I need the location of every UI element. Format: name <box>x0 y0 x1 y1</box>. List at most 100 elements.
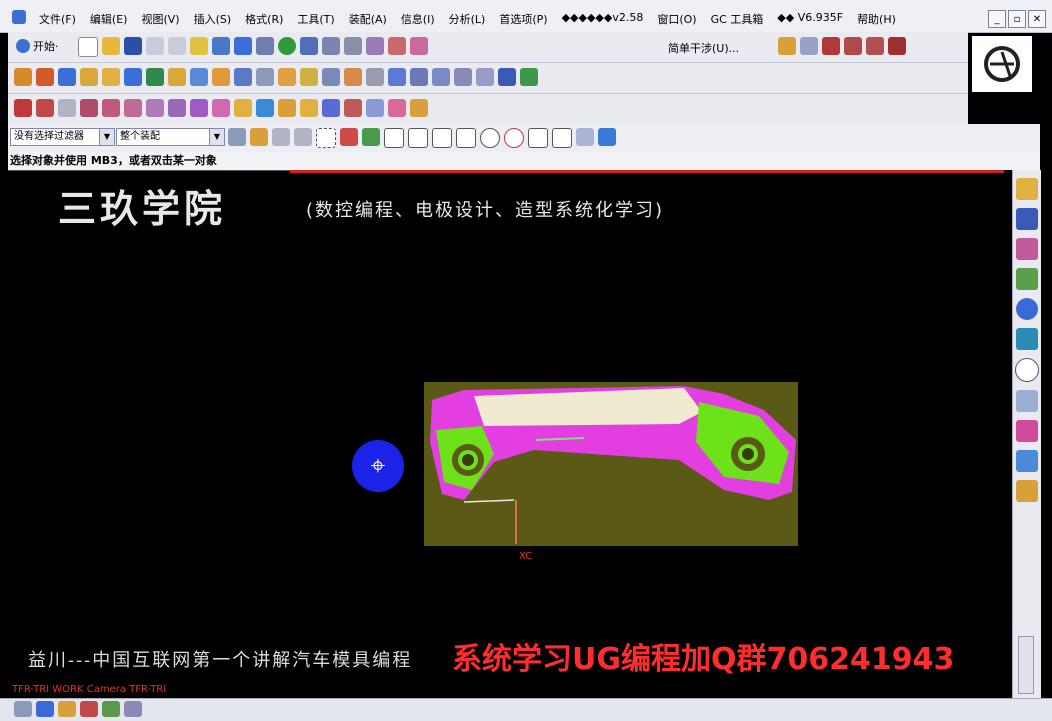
part-navigator-icon[interactable] <box>1016 238 1038 260</box>
bottom-tool-4-icon[interactable] <box>80 701 98 717</box>
sphere-icon[interactable] <box>278 37 296 55</box>
snap-on-curve-icon[interactable] <box>408 128 428 148</box>
arc-icon[interactable] <box>888 37 906 55</box>
unite-icon[interactable] <box>212 68 230 86</box>
edge-blend-icon[interactable] <box>344 68 362 86</box>
split-body-icon[interactable] <box>300 68 318 86</box>
revolve-icon[interactable] <box>36 68 54 86</box>
menu-help[interactable]: 帮助(H) <box>850 11 903 27</box>
resource-bar-scrollbar[interactable] <box>1018 636 1034 694</box>
pmi-icon[interactable] <box>520 68 538 86</box>
component-icon[interactable] <box>366 37 384 55</box>
snap-mid-icon[interactable] <box>384 128 404 148</box>
intersect-curve-icon[interactable] <box>300 99 318 117</box>
part-model[interactable] <box>424 382 798 546</box>
trim-body-icon[interactable] <box>278 68 296 86</box>
snap-point-icon[interactable] <box>340 128 358 146</box>
bottom-tool-5-icon[interactable] <box>102 701 120 717</box>
assembly-icon[interactable] <box>344 37 362 55</box>
offset-curve-icon[interactable] <box>124 99 142 117</box>
chamfer-icon[interactable] <box>366 68 384 86</box>
menu-window[interactable]: 窗口(O) <box>650 11 703 27</box>
redo-icon[interactable] <box>168 37 186 55</box>
draft-icon[interactable] <box>410 68 428 86</box>
component-select-icon[interactable] <box>598 128 616 146</box>
wireframe-view-icon[interactable] <box>256 37 274 55</box>
pad-icon[interactable] <box>146 68 164 86</box>
palette-icon[interactable] <box>1016 420 1038 442</box>
menu-tools[interactable]: 工具(T) <box>290 11 341 27</box>
undo-select-icon[interactable] <box>272 128 290 146</box>
curve-icon[interactable] <box>822 37 840 55</box>
cut-icon[interactable] <box>190 37 208 55</box>
snap-bounded-icon[interactable] <box>576 128 594 146</box>
menu-edit[interactable]: 编辑(E) <box>83 11 135 27</box>
menu-preferences[interactable]: 首选项(P) <box>492 11 554 27</box>
section-curve-icon[interactable] <box>322 99 340 117</box>
wave-link-icon[interactable] <box>278 99 296 117</box>
project-curve-icon[interactable] <box>146 99 164 117</box>
join-curve-icon[interactable] <box>234 99 252 117</box>
mate-icon[interactable] <box>410 37 428 55</box>
snap-quadrant-icon[interactable] <box>504 128 524 148</box>
snap-center-icon[interactable] <box>480 128 500 148</box>
web-browser-icon[interactable] <box>1016 298 1038 320</box>
snap-intersection-icon[interactable] <box>456 128 476 148</box>
close-button[interactable]: ✕ <box>1028 10 1046 28</box>
subtract-icon[interactable] <box>234 68 252 86</box>
datum-icon[interactable] <box>410 99 428 117</box>
point-icon[interactable] <box>844 37 862 55</box>
layer-icon[interactable] <box>322 37 340 55</box>
pocket-icon[interactable] <box>124 68 142 86</box>
menu-analysis[interactable]: 分析(L) <box>442 11 493 27</box>
undo-icon[interactable] <box>146 37 164 55</box>
thicken-icon[interactable] <box>476 68 494 86</box>
start-button[interactable]: 开始· <box>16 38 59 54</box>
intersect-icon[interactable] <box>256 68 274 86</box>
block-icon[interactable] <box>58 68 76 86</box>
menu-insert[interactable]: 插入(S) <box>187 11 239 27</box>
polygon-icon[interactable] <box>80 99 98 117</box>
info-icon[interactable] <box>498 68 516 86</box>
ellipse-icon[interactable] <box>102 99 120 117</box>
sketch-icon[interactable] <box>388 99 406 117</box>
constraint-navigator-icon[interactable] <box>1016 208 1038 230</box>
trim-curve-icon[interactable] <box>190 99 208 117</box>
hole-icon[interactable] <box>80 68 98 86</box>
constraint-icon[interactable] <box>388 37 406 55</box>
type-filter-select[interactable]: 没有选择过滤器 ▼ <box>10 128 115 146</box>
roles-icon[interactable] <box>1016 450 1038 472</box>
menu-plugin[interactable]: ◆◆◆◆◆◆v2.58 <box>555 11 651 27</box>
shell-icon[interactable] <box>388 68 406 86</box>
divide-curve-icon[interactable] <box>212 99 230 117</box>
simple-interference-label[interactable]: 简单干涉(U)... <box>668 40 739 56</box>
rectangle-icon[interactable] <box>58 99 76 117</box>
history-icon[interactable] <box>1016 328 1038 350</box>
system-materials-icon[interactable] <box>1016 390 1038 412</box>
snap-end-icon[interactable] <box>362 128 380 146</box>
groove-icon[interactable] <box>190 68 208 86</box>
slot-icon[interactable] <box>168 68 186 86</box>
clock-icon[interactable] <box>1015 358 1039 382</box>
menu-gc-toolkit[interactable]: GC 工具箱 <box>704 11 771 27</box>
orient-view-icon[interactable] <box>300 37 318 55</box>
snap-on-face-icon[interactable] <box>552 128 572 148</box>
extrude-icon[interactable] <box>14 68 32 86</box>
line-icon[interactable] <box>14 99 32 117</box>
menu-plugin-2[interactable]: ◆◆ V6.935F <box>770 11 850 27</box>
select-box-icon[interactable] <box>316 128 336 148</box>
boss-icon[interactable] <box>102 68 120 86</box>
minimize-button[interactable]: _ <box>988 10 1006 28</box>
selection-scope-select[interactable]: 整个装配 ▼ <box>116 128 225 146</box>
arc-curve-icon[interactable] <box>36 99 54 117</box>
surface-icon[interactable] <box>432 68 450 86</box>
menu-assembly[interactable]: 装配(A) <box>342 11 394 27</box>
snap-existing-point-icon[interactable] <box>528 128 548 148</box>
restore-button[interactable]: ▫ <box>1008 10 1026 28</box>
nx-app-icon[interactable] <box>12 10 26 24</box>
bridge-curve-icon[interactable] <box>168 99 186 117</box>
snap-control-icon[interactable] <box>432 128 452 148</box>
bottom-tool-2-icon[interactable] <box>36 701 54 717</box>
curve-length-icon[interactable] <box>366 99 384 117</box>
section-icon[interactable] <box>800 37 818 55</box>
